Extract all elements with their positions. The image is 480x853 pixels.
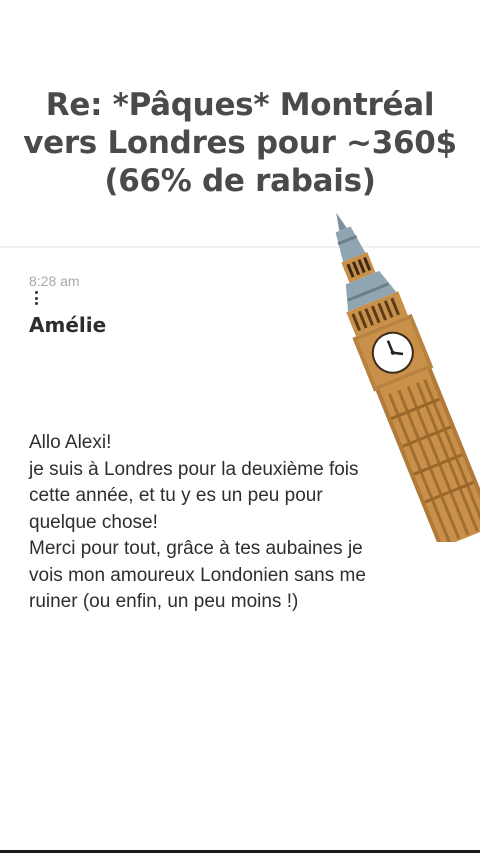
message-line: quelque chose!	[29, 511, 158, 533]
title-line: Re: *Pâques* Montréal	[45, 87, 435, 123]
message-line: Merci pour tout, grâce à tes aubaines je	[29, 538, 363, 559]
more-options-icon[interactable]	[34, 291, 38, 305]
message-line: vois mon amoureux Londonien sans me	[29, 564, 366, 586]
title-line: (66% de rabais)	[104, 163, 376, 199]
message-time: 8:28 am	[29, 273, 80, 289]
message-line: ruiner (ou enfin, un peu moins !)	[29, 591, 299, 612]
message-line: je suis à Londres pour la deuxième fois	[29, 458, 359, 480]
title-line: vers Londres pour ~360$	[23, 125, 457, 161]
message-line: Allo Alexi!	[29, 432, 112, 453]
message-body: Allo Alexi! je suis à Londres pour la de…	[29, 430, 469, 616]
message-line: cette année, et tu y es un peu pour	[29, 485, 323, 506]
post-title: Re: *Pâques* Montréal vers Londres pour …	[0, 86, 480, 200]
sender-name: Amélie	[29, 313, 107, 337]
